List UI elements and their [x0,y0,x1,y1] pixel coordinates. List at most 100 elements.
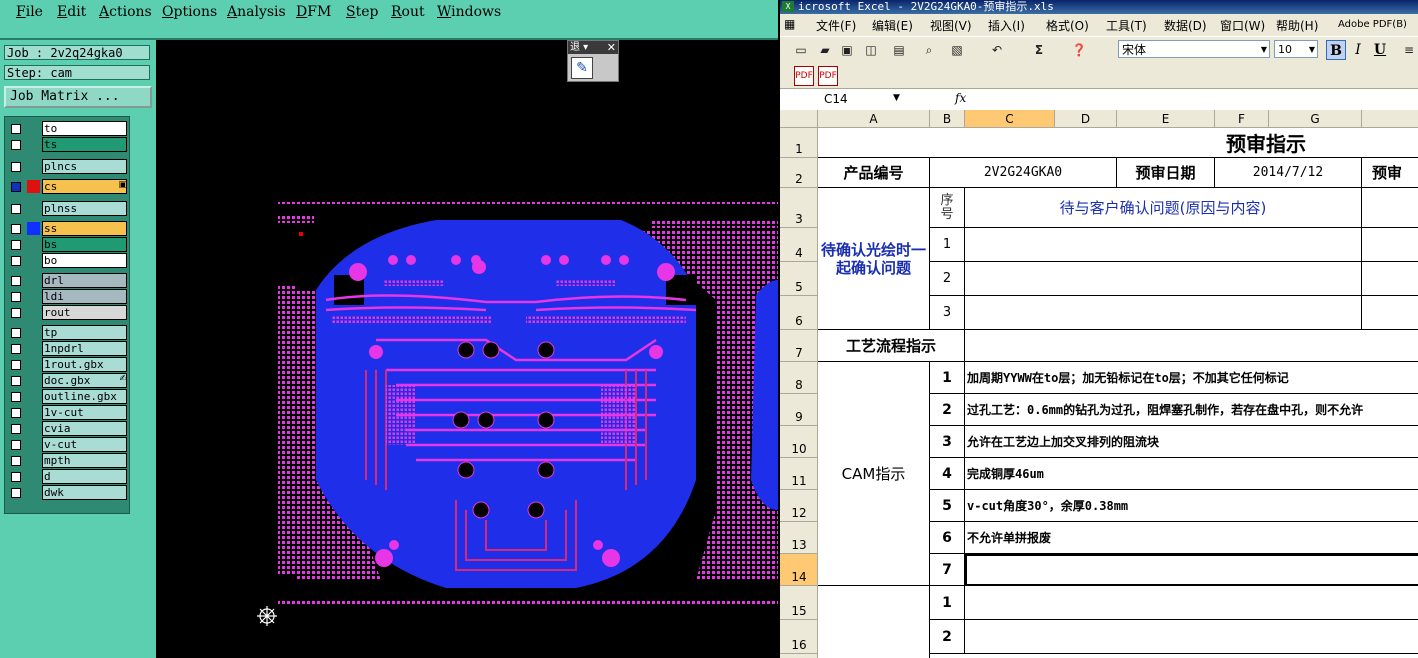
layer-row-ldi[interactable]: ldi [7,289,129,304]
column-header-h[interactable] [1362,110,1418,128]
extra-item-text-2[interactable] [965,620,1418,654]
column-header-d[interactable]: D [1055,110,1117,128]
layer-name[interactable]: ts [42,137,127,152]
autosum-icon[interactable]: Σ [1030,41,1048,59]
confirm-seq-3[interactable]: 3 [930,296,965,330]
layer-visibility-checkbox[interactable] [11,308,21,318]
cam-item-no-7[interactable]: 7 [930,554,965,586]
convert-to-pdf-email-icon[interactable]: PDF [818,66,838,86]
layer-name[interactable]: tp [42,325,127,340]
cam-item-no-5[interactable]: 5 [930,490,965,522]
menu-step[interactable]: Step [346,4,378,20]
seq-header[interactable]: 序号 [930,188,965,228]
confirm-issue-1[interactable] [965,228,1362,262]
product-no-label[interactable]: 产品编号 [818,158,930,188]
menu-options[interactable]: Options [162,4,217,20]
bold-button[interactable]: B [1326,40,1346,60]
pending-issues-header[interactable]: 待与客户确认问题(原因与内容) [965,188,1362,228]
confirm-issue-2[interactable] [965,262,1362,296]
layer-row-bs[interactable]: bs [7,237,129,252]
review-date-value[interactable]: 2014/7/12 [1215,158,1362,188]
row-header-12[interactable]: 12 [780,490,818,522]
layer-name[interactable]: d [42,469,127,484]
cell-h6[interactable] [1362,296,1418,330]
select-all-corner[interactable] [780,110,818,128]
close-icon[interactable]: ✕ [607,41,616,54]
layer-visibility-checkbox[interactable] [11,328,21,338]
layer-row-outline-gbx[interactable]: outline.gbx [7,389,129,404]
cam-item-text-5[interactable]: v-cut角度30°，余厚0.38mm [965,490,1418,522]
research-icon[interactable]: ⌕ [920,41,938,59]
layer-visibility-checkbox[interactable] [11,376,21,386]
xl-menu-insert[interactable]: 插入(I) [988,17,1025,34]
menu-file[interactable]: File [16,4,43,20]
review-date-label[interactable]: 预审日期 [1117,158,1215,188]
permission-icon[interactable]: ◫ [862,41,880,59]
layer-name[interactable]: bs [42,237,127,252]
xl-menu-file[interactable]: 文件(F) [816,17,856,34]
layer-row-1v-cut[interactable]: 1v-cut [7,405,129,420]
confirm-issue-3[interactable] [965,296,1362,330]
layer-row-tp[interactable]: tp [7,325,129,340]
layer-visibility-checkbox[interactable] [11,488,21,498]
row-header-7[interactable]: 7 [780,330,818,362]
layer-name[interactable]: bo [42,253,127,268]
layer-visibility-checkbox[interactable] [11,162,21,172]
process-flow-value[interactable] [965,330,1418,362]
cam-item-text-2[interactable]: 过孔工艺：0.6mm的钻孔为过孔，阻焊塞孔制作，若存在盘中孔，则不允许 [965,394,1418,426]
layer-row-d[interactable]: d [7,469,129,484]
layer-visibility-checkbox[interactable] [11,182,21,192]
layer-name[interactable]: outline.gbx [42,389,127,404]
layer-row-rout[interactable]: rout [7,305,129,320]
column-header-e[interactable]: E [1117,110,1215,128]
layer-row-ts[interactable]: ts [7,137,129,152]
save-icon[interactable]: ▣ [838,41,856,59]
extra-item-no-1[interactable]: 1 [930,586,965,620]
cam-item-no-2[interactable]: 2 [930,394,965,426]
layer-visibility-checkbox[interactable] [11,224,21,234]
layer-row-cs[interactable]: cs ▣ [7,179,129,194]
layer-row-1rout-gbx[interactable]: 1rout.gbx [7,357,129,372]
confirm-seq-2[interactable]: 2 [930,262,965,296]
layer-row-plncs[interactable]: plncs [7,159,129,174]
layer-name[interactable]: cs [42,179,127,194]
layer-row-doc-gbx[interactable]: doc.gbx ✍ [7,373,129,388]
layer-row-v-cut[interactable]: v-cut [7,437,129,452]
row-header-4[interactable]: 4 [780,228,818,262]
xl-menu-edit[interactable]: 编辑(E) [872,17,913,34]
chevron-down-icon[interactable]: ▼ [1309,41,1315,59]
row-header-2[interactable]: 2 [780,158,818,188]
row-header-8[interactable]: 8 [780,362,818,394]
layer-row-to[interactable]: to [7,121,129,136]
convert-to-pdf-icon[interactable]: PDF [794,66,814,86]
row-header-10[interactable]: 10 [780,426,818,458]
layer-name[interactable]: plnss [42,201,127,216]
layer-name[interactable]: 1npdrl [42,341,127,356]
layer-row-1npdrl[interactable]: 1npdrl [7,341,129,356]
layer-visibility-checkbox[interactable] [11,276,21,286]
column-header-b[interactable]: B [930,110,965,128]
layer-visibility-checkbox[interactable] [11,360,21,370]
cam-item-text-3[interactable]: 允许在工艺边上加交叉排列的阻流块 [965,426,1418,458]
layer-name[interactable]: ldi [42,289,127,304]
product-no-value[interactable]: 2V2G24GKA0 [930,158,1117,188]
paste-icon[interactable]: ▧ [948,41,966,59]
column-header-a[interactable]: A [818,110,930,128]
menu-rout[interactable]: Rout [391,4,425,20]
row-header-14[interactable]: 14 [780,554,818,586]
column-header-f[interactable]: F [1215,110,1269,128]
cam-item-text-6[interactable]: 不允许单拼报废 [965,522,1418,554]
layer-name[interactable]: v-cut [42,437,127,452]
chevron-down-icon[interactable]: ▼ [1261,41,1267,59]
row-header-3[interactable]: 3 [780,188,818,228]
layer-visibility-checkbox[interactable] [11,292,21,302]
edit-tool-icon[interactable]: ✎ [571,57,593,79]
active-cell-c14[interactable] [965,554,1418,586]
cam-item-no-4[interactable]: 4 [930,458,965,490]
layer-row-ss[interactable]: ss [7,221,129,236]
row-header-9[interactable]: 9 [780,394,818,426]
layer-row-bo[interactable]: bo [7,253,129,268]
layer-visibility-checkbox[interactable] [11,424,21,434]
xl-menu-help[interactable]: 帮助(H) [1276,17,1318,34]
menu-windows[interactable]: Windows [437,4,501,20]
